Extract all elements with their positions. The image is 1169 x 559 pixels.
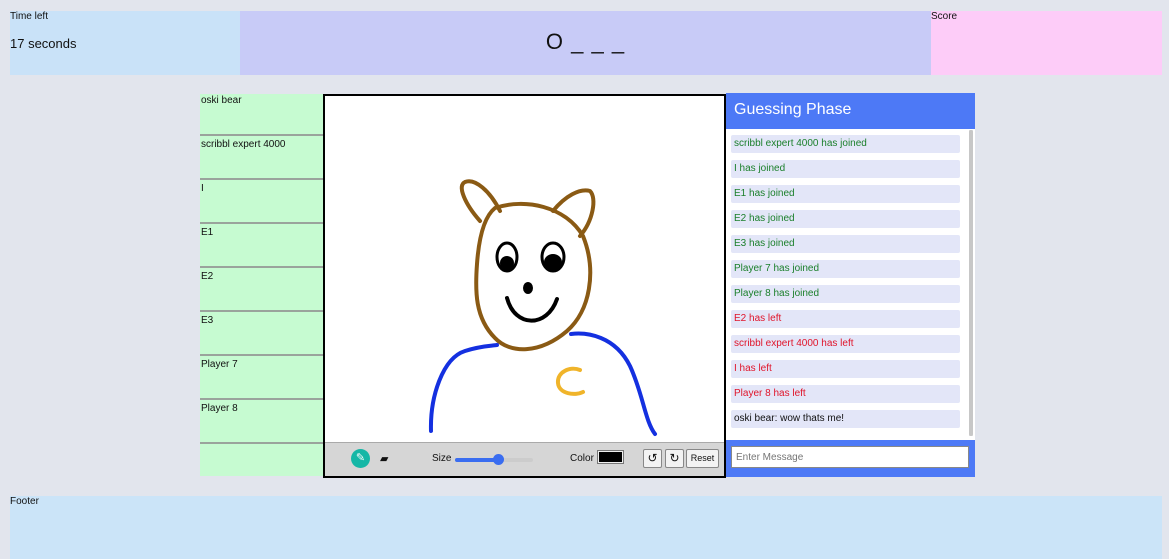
reset-button[interactable]: Reset bbox=[686, 449, 719, 468]
chat-title: Guessing Phase bbox=[726, 93, 975, 129]
chat-message: scribbl expert 4000 has left bbox=[731, 335, 960, 353]
player-name: Player 8 bbox=[201, 403, 238, 414]
undo-icon: ↺ bbox=[647, 451, 658, 465]
word-hint-panel: O _ _ _ bbox=[240, 11, 931, 75]
score-panel: Score bbox=[931, 11, 1162, 75]
bear-right-pupil bbox=[544, 254, 562, 270]
redo-icon: ↻ bbox=[669, 451, 680, 465]
player-name: scribbl expert 4000 bbox=[201, 139, 286, 150]
time-left-label: Time left bbox=[10, 11, 48, 22]
player-item: E3 bbox=[200, 314, 323, 356]
color-label: Color bbox=[570, 453, 594, 464]
chat-message: Player 8 has left bbox=[731, 385, 960, 403]
chat-message-input[interactable] bbox=[731, 446, 969, 468]
chat-message: Player 8 has joined bbox=[731, 285, 960, 303]
footer: Footer bbox=[10, 496, 1162, 559]
brush-size-slider[interactable] bbox=[455, 454, 533, 465]
bear-nose bbox=[523, 282, 533, 294]
score-label: Score bbox=[931, 11, 958, 22]
player-name: E1 bbox=[201, 227, 214, 238]
slider-handle[interactable] bbox=[492, 454, 504, 465]
player-list: oski bear scribbl expert 4000 I E1 E2 E3… bbox=[200, 94, 323, 476]
bear-letter-c bbox=[556, 366, 585, 396]
size-label: Size bbox=[432, 453, 452, 464]
player-item: E1 bbox=[200, 226, 323, 268]
bear-left-pupil bbox=[500, 256, 514, 270]
chat-message: E3 has joined bbox=[731, 235, 960, 253]
chat-input-bar bbox=[726, 440, 975, 477]
player-item: E2 bbox=[200, 270, 323, 312]
chat-message: I has left bbox=[731, 360, 960, 378]
bear-shoulders bbox=[428, 331, 657, 436]
current-color-swatch bbox=[599, 452, 622, 462]
player-item: Player 8 bbox=[200, 402, 323, 444]
chat-scrollbar[interactable] bbox=[969, 130, 973, 436]
drawing-surface[interactable] bbox=[325, 96, 724, 441]
player-name: E3 bbox=[201, 315, 214, 326]
chat-message: E1 has joined bbox=[731, 185, 960, 203]
undo-button[interactable]: ↺ bbox=[643, 449, 662, 468]
player-name: oski bear bbox=[201, 95, 242, 106]
time-left-value: 17 seconds bbox=[10, 36, 77, 51]
bear-head bbox=[474, 201, 593, 352]
bear-smile bbox=[505, 296, 559, 323]
player-item: I bbox=[200, 182, 323, 224]
chat-panel: Guessing Phase scribbl expert 4000 has j… bbox=[726, 93, 975, 477]
footer-label: Footer bbox=[10, 496, 39, 507]
drawing-canvas[interactable]: ✎ ▰ Size Color ↺ ↻ Reset bbox=[323, 94, 726, 478]
chat-message: Player 7 has joined bbox=[731, 260, 960, 278]
redo-button[interactable]: ↻ bbox=[665, 449, 684, 468]
color-picker[interactable] bbox=[597, 450, 624, 464]
eraser-icon[interactable]: ▰ bbox=[380, 452, 388, 465]
chat-message: E2 has left bbox=[731, 310, 960, 328]
paintbrush-icon[interactable]: ✎ bbox=[351, 449, 370, 468]
player-item: Player 7 bbox=[200, 358, 323, 400]
chat-message: I has joined bbox=[731, 160, 960, 178]
time-left-panel: Time left 17 seconds bbox=[10, 11, 240, 75]
slider-fill bbox=[455, 458, 498, 462]
player-name: I bbox=[201, 183, 204, 194]
player-name: Player 7 bbox=[201, 359, 238, 370]
bear-left-ear bbox=[459, 179, 502, 223]
player-item: oski bear bbox=[200, 94, 323, 136]
chat-message: E2 has joined bbox=[731, 210, 960, 228]
drawing-toolbar: ✎ ▰ Size Color ↺ ↻ Reset bbox=[325, 442, 724, 476]
player-name: E2 bbox=[201, 271, 214, 282]
chat-message: scribbl expert 4000 has joined bbox=[731, 135, 960, 153]
word-hint: O _ _ _ bbox=[545, 29, 626, 54]
player-item: scribbl expert 4000 bbox=[200, 138, 323, 180]
chat-message: oski bear: wow thats me! bbox=[731, 410, 960, 428]
